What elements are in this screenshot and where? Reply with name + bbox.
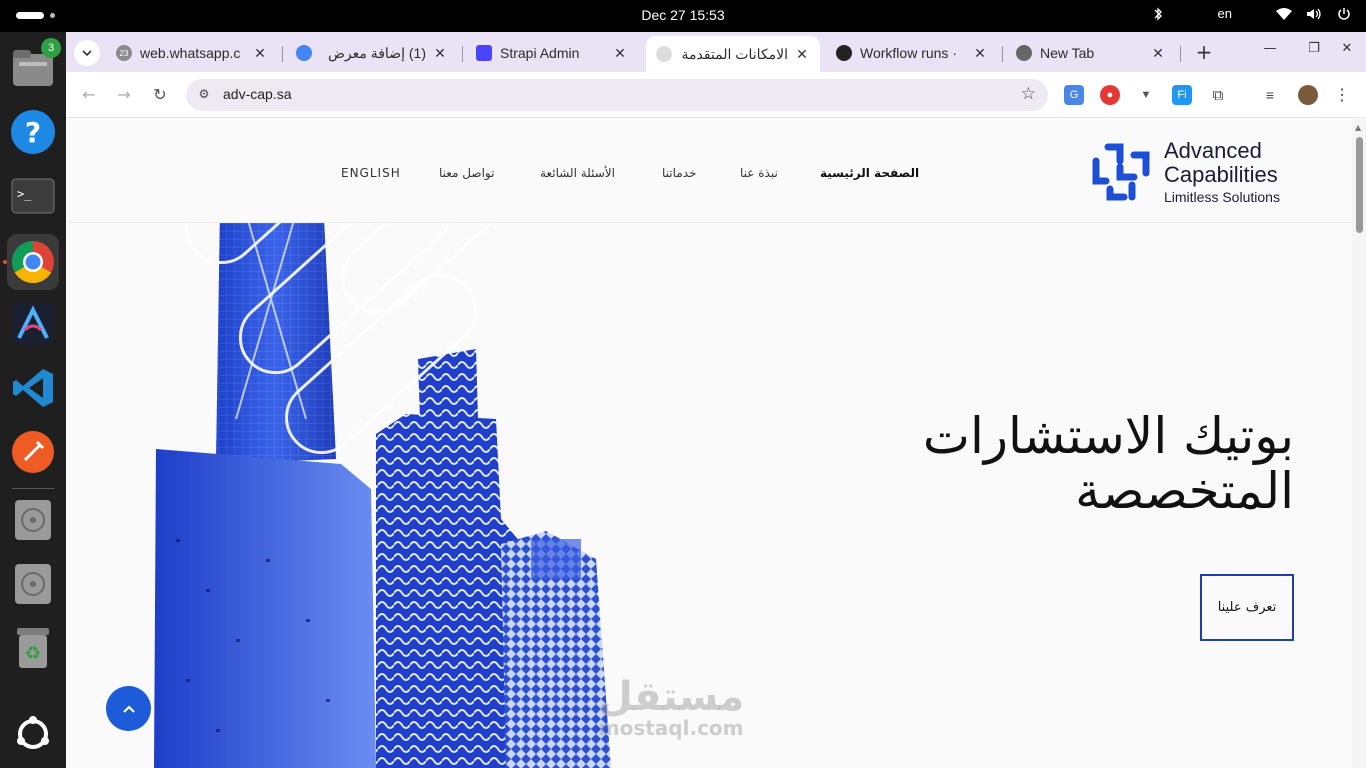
browser-toolbar: ← → ↻ ⚙ adv-cap.sa ☆ G ● ▼ Fi ⧉ ≡ ⋮	[66, 72, 1366, 118]
vscode-icon	[13, 369, 53, 407]
reload-icon[interactable]: ↻	[149, 84, 171, 106]
loading-icon	[656, 46, 672, 62]
whatsapp-icon: 23	[116, 45, 132, 61]
page-scrollbar[interactable]: ▲	[1352, 119, 1366, 768]
logo-tagline: Limitless Solutions	[1164, 189, 1280, 205]
language-indicator[interactable]: en	[1218, 6, 1232, 21]
nav-contact[interactable]: تواصل معنا	[439, 166, 494, 180]
new-tab-button[interactable]: +	[1191, 40, 1217, 66]
vue-devtools-icon[interactable]: ▼	[1136, 85, 1156, 105]
url-text[interactable]: adv-cap.sa	[223, 86, 291, 102]
hero-title-line1: بوتيك الاستشارات	[922, 407, 1294, 465]
nav-services[interactable]: خدماتنا	[662, 166, 696, 180]
arduino-icon	[12, 303, 54, 345]
chrome-icon	[11, 241, 54, 284]
mostaql-watermark: مستقل mostaql.com	[598, 674, 745, 740]
nav-english[interactable]: ENGLISH	[341, 166, 401, 180]
logo-text-line2: Capabilities	[1164, 162, 1278, 187]
back-arrow-icon[interactable]: ←	[78, 84, 100, 106]
translate-extension-icon[interactable]: G	[1064, 85, 1084, 105]
system-tray[interactable]: en	[1150, 6, 1352, 21]
trash-icon: ♻	[17, 628, 49, 668]
ubuntu-icon	[17, 716, 49, 749]
power-icon[interactable]	[1336, 7, 1352, 21]
logo-text-line1: Advanced	[1164, 138, 1262, 163]
tab-whatsapp[interactable]: 23 web.whatsapp.c ✕	[106, 38, 278, 68]
tab-add-gallery[interactable]: (1) إضافة معرض ✕	[286, 38, 458, 68]
chrome-app-button[interactable]	[7, 234, 59, 290]
postman-app-button[interactable]	[9, 428, 57, 476]
volume-icon[interactable]	[1306, 7, 1322, 21]
media-control-icon[interactable]: ≡	[1260, 85, 1280, 105]
terminal-app-button[interactable]: >_	[9, 172, 57, 220]
bookmark-star-icon[interactable]: ☆	[1021, 84, 1036, 104]
nav-faq[interactable]: الأسئلة الشائعة	[540, 166, 615, 180]
show-apps-button[interactable]	[9, 710, 57, 758]
forward-arrow-icon[interactable]: →	[113, 84, 135, 106]
minimize-icon[interactable]: —	[1260, 41, 1280, 56]
vscode-app-button[interactable]	[9, 364, 57, 412]
dock: 3 ? >_ ♻	[0, 32, 66, 768]
adblock-extension-icon[interactable]: ●	[1100, 85, 1120, 105]
tab-workflow-runs[interactable]: Workflow runs · ✕	[826, 38, 998, 68]
extensions-puzzle-icon[interactable]: ⧉	[1208, 85, 1228, 105]
browser-menu-icon[interactable]: ⋮	[1332, 85, 1352, 105]
hero-title: بوتيك الاستشارات المتخصصة	[826, 409, 1294, 519]
files-app-button[interactable]: 3	[9, 38, 61, 92]
close-window-icon[interactable]: ✕	[1337, 41, 1357, 56]
chevron-down-icon	[82, 50, 92, 56]
tab-new-tab[interactable]: New Tab ✕	[1006, 38, 1176, 68]
svg-text:?: ?	[25, 116, 41, 149]
address-bar[interactable]: ⚙ adv-cap.sa ☆	[186, 79, 1048, 111]
chrome-icon	[1016, 45, 1032, 61]
terminal-icon: >_	[11, 178, 55, 214]
site-info-icon[interactable]: ⚙	[196, 87, 212, 103]
disk-app-button-2[interactable]	[9, 560, 57, 608]
arduino-app-button[interactable]	[9, 300, 57, 348]
company-logo-icon[interactable]	[1090, 141, 1152, 203]
nav-about[interactable]: نبذة عنا	[740, 166, 778, 180]
hero-title-line2: المتخصصة	[1075, 462, 1294, 520]
tab-adv-cap[interactable]: الامكانات المتقدمة ✕	[646, 36, 820, 72]
help-app-button[interactable]: ?	[9, 108, 57, 156]
svg-text:>_: >_	[17, 187, 32, 201]
tab-strip: 23 web.whatsapp.c ✕ (1) إضافة معرض ✕ Str…	[66, 32, 1366, 72]
bluetooth-icon[interactable]	[1150, 6, 1166, 21]
scroll-up-arrow-icon[interactable]: ▲	[1355, 123, 1361, 132]
close-tab-icon[interactable]: ✕	[252, 45, 268, 62]
learn-about-us-button[interactable]: تعرف علينا	[1200, 574, 1294, 641]
scroll-to-top-button[interactable]	[106, 686, 151, 731]
trash-app-button[interactable]: ♻	[9, 624, 57, 672]
files-badge: 3	[41, 38, 61, 58]
chevron-up-icon	[122, 704, 135, 713]
disk-icon	[15, 564, 51, 604]
postman-icon	[12, 431, 54, 473]
system-top-bar: Dec 27 15:53 en	[0, 0, 1366, 32]
browser-window: 23 web.whatsapp.c ✕ (1) إضافة معرض ✕ Str…	[66, 32, 1366, 768]
strapi-icon	[476, 45, 492, 61]
nav-home[interactable]: الصفحة الرئيسية	[820, 166, 919, 180]
fi-extension-icon[interactable]: Fi	[1172, 85, 1192, 105]
scrollbar-thumb[interactable]	[1356, 137, 1363, 233]
close-tab-icon[interactable]: ✕	[972, 45, 988, 62]
close-tab-icon[interactable]: ✕	[1150, 45, 1166, 62]
maximize-icon[interactable]: ❐	[1304, 41, 1324, 56]
site-favicon-icon	[296, 45, 312, 61]
wifi-icon[interactable]	[1276, 7, 1292, 21]
close-tab-icon[interactable]: ✕	[612, 45, 628, 62]
disk-app-button[interactable]	[9, 496, 57, 544]
help-icon: ?	[11, 110, 55, 154]
tab-strapi-admin[interactable]: Strapi Admin ✕	[466, 38, 638, 68]
close-tab-icon[interactable]: ✕	[794, 46, 810, 63]
github-icon	[836, 45, 852, 61]
close-tab-icon[interactable]: ✕	[432, 45, 448, 62]
site-header: Advanced Capabilities Limitless Solution…	[66, 119, 1352, 223]
svg-text:♻: ♻	[25, 643, 41, 664]
disk-icon	[15, 500, 51, 540]
running-indicator	[3, 260, 7, 264]
page-viewport: Advanced Capabilities Limitless Solution…	[66, 119, 1366, 768]
profile-avatar[interactable]	[1298, 85, 1318, 105]
tab-search-button[interactable]	[74, 40, 100, 66]
